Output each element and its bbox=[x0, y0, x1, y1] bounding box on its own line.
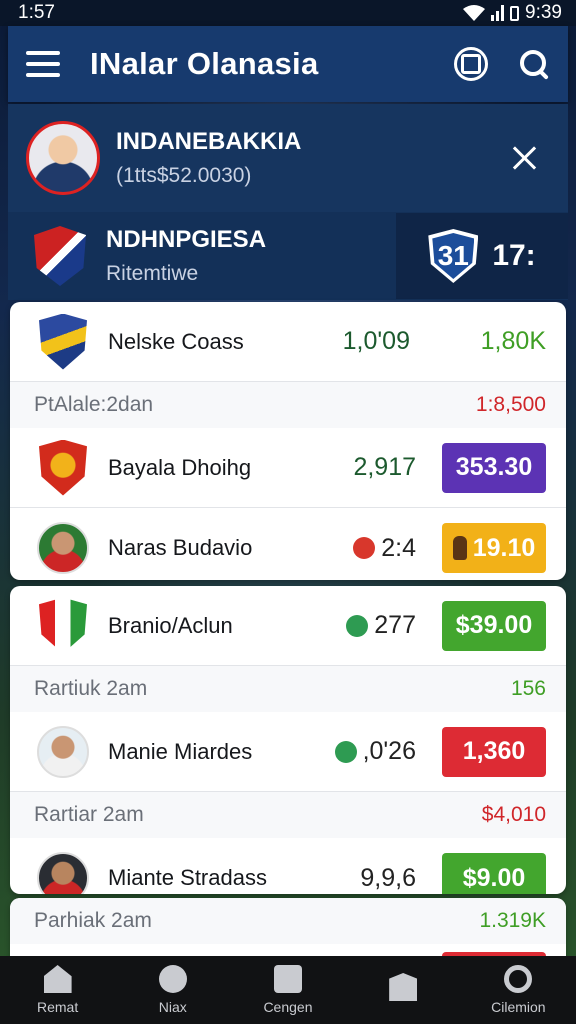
nav-item-cilemion[interactable]: Cilemion bbox=[468, 965, 568, 1015]
ball-icon bbox=[158, 965, 187, 993]
sub-row: Rartiuk 2am 156 bbox=[10, 666, 566, 712]
wifi-icon bbox=[463, 5, 486, 21]
item-stat: 1,0'09 bbox=[342, 327, 410, 355]
value-pill[interactable]: 353.30 bbox=[442, 442, 546, 493]
search-icon bbox=[504, 965, 533, 993]
list-item[interactable]: Bayala Dhoihg 2,917 353.30 bbox=[10, 428, 566, 508]
sub-row: Parhiak 2am 1.319K bbox=[10, 898, 566, 944]
home-icon bbox=[43, 965, 72, 993]
list-card-2: Branio/Aclun 277 $39.00 Rartiuk 2am 156 … bbox=[10, 586, 566, 894]
player-avatar bbox=[37, 725, 89, 778]
item-stat: ,0'26 bbox=[298, 737, 416, 766]
sub-label: PtAlale:2dan bbox=[34, 393, 154, 416]
refresh-icon bbox=[346, 614, 369, 637]
score-value: 31 bbox=[432, 233, 475, 279]
value-pill[interactable]: 1,360 bbox=[442, 726, 546, 777]
item-stat: 2:4 bbox=[298, 534, 416, 563]
match-time: 17: bbox=[492, 239, 536, 272]
sub-value: 156 bbox=[510, 677, 546, 700]
nav-item-niax[interactable]: Niax bbox=[123, 965, 223, 1015]
list-item[interactable]: Naras Budavio 2:4 19.10 bbox=[10, 508, 566, 580]
sub-value: 1:8,500 bbox=[475, 393, 546, 416]
score-box: 31 17: bbox=[396, 213, 568, 299]
team-subtitle: Ritemtiwe bbox=[106, 262, 199, 285]
item-name: Branio/Aclun bbox=[108, 612, 233, 638]
match-name: INDANEBAKKIA bbox=[116, 128, 302, 155]
item-stat: 9,9,6 bbox=[360, 863, 416, 892]
list-item[interactable]: Nelske Coass 1,0'09 1,80K bbox=[10, 302, 566, 382]
club-crest-icon bbox=[39, 597, 87, 654]
item-name: Miante Stradass bbox=[108, 865, 267, 890]
item-stat: 2,917 bbox=[353, 453, 416, 481]
item-name: Bayala Dhoihg bbox=[108, 454, 252, 480]
player-avatar bbox=[26, 121, 100, 195]
item-value: 1,80K bbox=[480, 327, 546, 355]
score-shield-icon: 31 bbox=[428, 229, 479, 283]
sub-row: Rartiar 2am $4,010 bbox=[10, 792, 566, 838]
bottle-icon bbox=[452, 536, 467, 560]
tomato-icon bbox=[353, 537, 376, 559]
box-icon bbox=[389, 973, 418, 1001]
list-item[interactable]: Manie Miardes ,0'26 1,360 bbox=[10, 712, 566, 792]
hamburger-icon[interactable] bbox=[26, 51, 60, 77]
signal-icon bbox=[491, 5, 505, 21]
team-name: NDHNPGIESA bbox=[106, 226, 267, 253]
nav-item-remat[interactable]: Remat bbox=[8, 965, 108, 1015]
refresh-icon bbox=[334, 740, 357, 763]
app-bar: INalar Olanasia bbox=[8, 26, 568, 102]
battery-icon bbox=[510, 5, 520, 21]
sub-label: Rartiar 2am bbox=[34, 803, 144, 826]
list-item[interactable]: Miante Stradass 9,9,6 $9.00 bbox=[10, 838, 566, 894]
item-name: Nelske Coass bbox=[108, 328, 244, 354]
app-title: INalar Olanasia bbox=[90, 46, 319, 81]
player-avatar bbox=[37, 522, 89, 574]
nav-item-cengen[interactable]: Cengen bbox=[238, 965, 338, 1015]
status-icons: 9:39 bbox=[463, 2, 562, 24]
sub-value: $4,010 bbox=[481, 803, 546, 826]
list-card-1: Nelske Coass 1,0'09 1,80K PtAlale:2dan 1… bbox=[10, 302, 566, 580]
sub-label: Rartiuk 2am bbox=[34, 677, 148, 700]
team-header[interactable]: NDHNPGIESA Ritemtiwe 31 17: bbox=[8, 212, 568, 300]
value-pill[interactable]: $9.00 bbox=[442, 853, 546, 894]
team-crest-icon bbox=[34, 226, 86, 286]
item-stat: 277 bbox=[298, 611, 416, 640]
search-icon[interactable] bbox=[518, 48, 550, 80]
item-name: Manie Miardes bbox=[108, 738, 253, 764]
sub-value: 1.319K bbox=[479, 909, 546, 932]
sub-row: PtAlale:2dan 1:8,500 bbox=[10, 382, 566, 428]
match-subtitle: (1tts$52.0030) bbox=[116, 164, 252, 187]
value-pill[interactable]: $39.00 bbox=[442, 600, 546, 651]
status-time-right: 9:39 bbox=[525, 2, 562, 23]
nav-item-box[interactable] bbox=[353, 973, 453, 1007]
bottom-nav: Remat Niax Cengen Cilemion bbox=[0, 956, 576, 1024]
status-bar: 1:57 9:39 bbox=[0, 0, 576, 26]
sub-label: Parhiak 2am bbox=[34, 909, 152, 932]
player-avatar bbox=[37, 852, 89, 894]
stack-icon bbox=[273, 965, 302, 993]
item-name: Naras Budavio bbox=[108, 535, 253, 560]
badge-icon[interactable] bbox=[454, 47, 488, 81]
club-crest-icon bbox=[39, 439, 87, 496]
match-card[interactable]: INDANEBAKKIA (1tts$52.0030) bbox=[8, 104, 568, 212]
status-time-left: 1:57 bbox=[18, 2, 55, 23]
value-pill[interactable]: 19.10 bbox=[442, 523, 546, 573]
club-crest-icon bbox=[39, 313, 87, 370]
close-icon[interactable] bbox=[512, 145, 538, 171]
list-item[interactable]: Branio/Aclun 277 $39.00 bbox=[10, 586, 566, 666]
